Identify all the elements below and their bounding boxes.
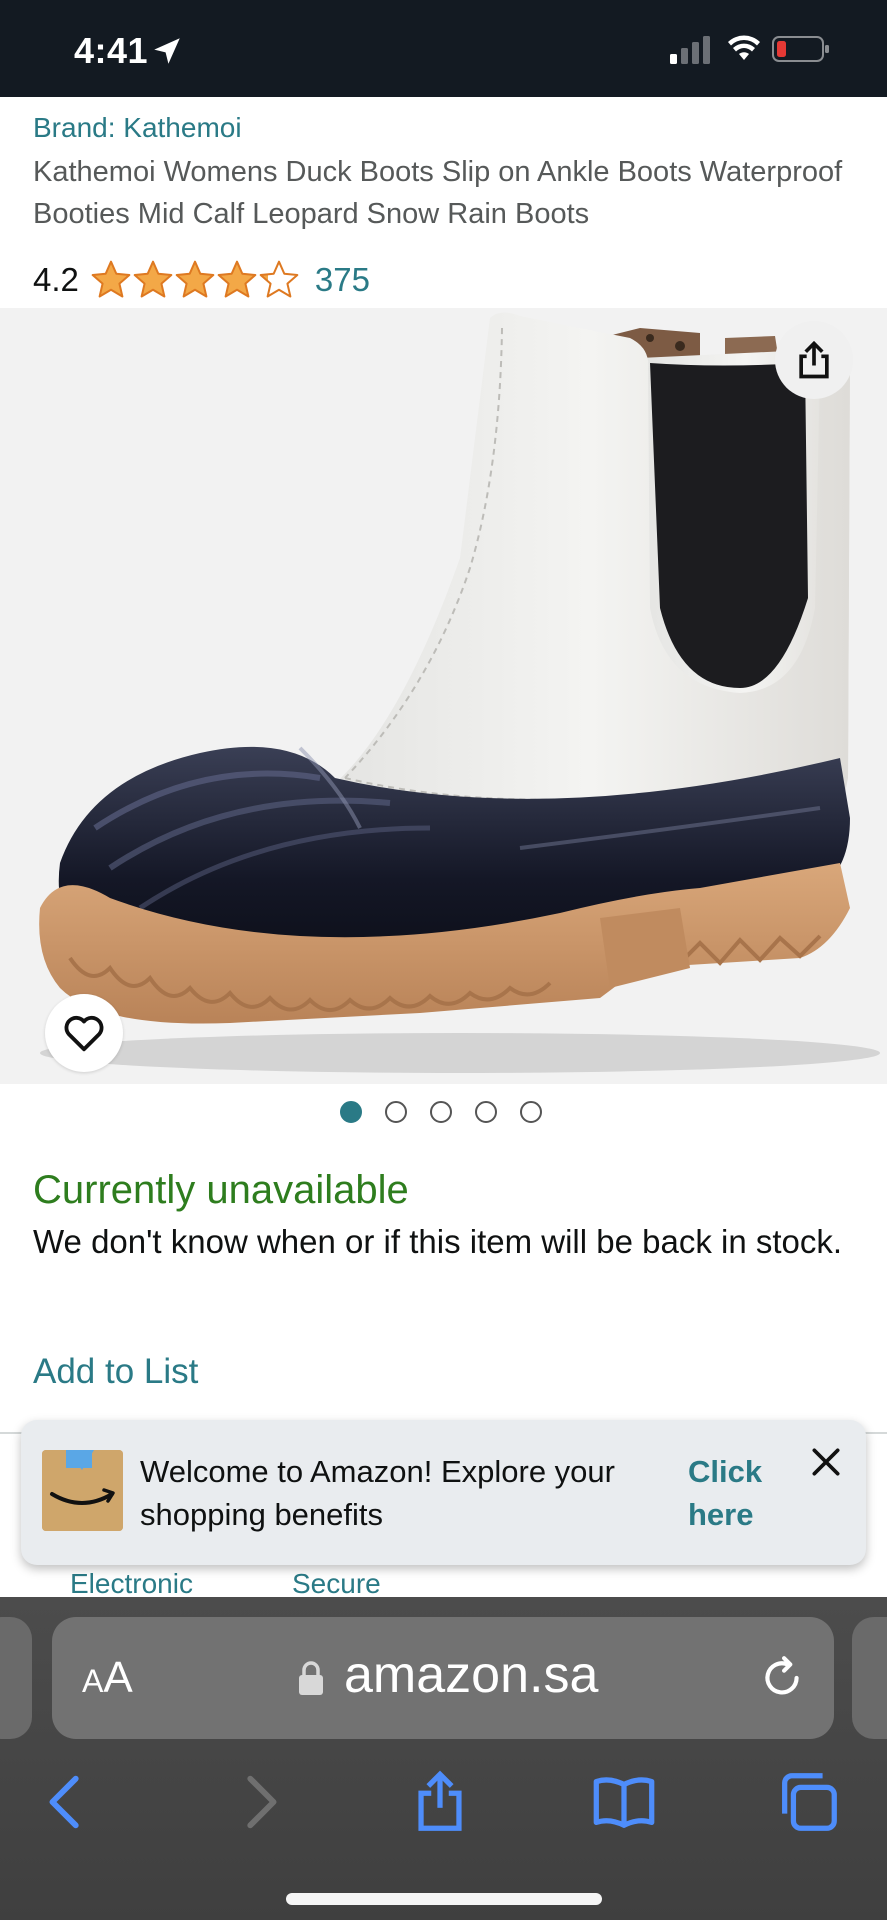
reload-icon[interactable] — [757, 1653, 807, 1703]
carousel-dot[interactable] — [430, 1101, 452, 1123]
browser-nav-row — [0, 1757, 887, 1847]
rating-row[interactable]: 4.2 375 — [33, 255, 370, 305]
star-icon — [133, 260, 173, 298]
forward-icon[interactable] — [224, 1767, 294, 1837]
availability-status: Currently unavailable — [33, 1168, 409, 1212]
carousel-dot[interactable] — [340, 1101, 362, 1123]
product-image-carousel[interactable] — [0, 308, 887, 1084]
share-button[interactable] — [775, 321, 853, 399]
address-bar[interactable]: AA amazon.sa — [52, 1617, 834, 1739]
peek-secure-label: Secure — [292, 1568, 381, 1599]
tabs-icon[interactable] — [773, 1767, 843, 1837]
welcome-toast: Welcome to Amazon! Explore your shopping… — [21, 1420, 866, 1565]
url-text[interactable]: amazon.sa — [344, 1645, 598, 1705]
browser-toolbar: AA amazon.sa — [0, 1597, 887, 1920]
product-image — [39, 312, 880, 1073]
next-tab-peek[interactable] — [852, 1617, 887, 1739]
peek-electronic-label: Electronic — [70, 1568, 193, 1599]
battery-low-icon — [772, 36, 829, 62]
star-icon — [91, 260, 131, 298]
location-arrow-icon — [154, 38, 180, 64]
home-indicator[interactable] — [286, 1893, 602, 1905]
back-icon[interactable] — [32, 1767, 102, 1837]
cellular-signal-icon — [670, 36, 710, 64]
share-icon[interactable] — [405, 1767, 475, 1837]
rating-count-link[interactable]: 375 — [315, 261, 370, 299]
amazon-box-logo — [42, 1450, 123, 1531]
product-title: Kathemoi Womens Duck Boots Slip on Ankle… — [33, 156, 843, 230]
wifi-icon — [728, 35, 760, 60]
share-icon — [799, 340, 829, 379]
status-bar: 4:41 — [0, 0, 887, 97]
previous-tab-peek[interactable] — [0, 1617, 32, 1739]
brand-link[interactable]: Brand: Kathemoi — [33, 112, 242, 144]
toast-click-here-link[interactable]: Click here — [688, 1450, 798, 1536]
heart-icon — [64, 1015, 104, 1052]
carousel-dot[interactable] — [475, 1101, 497, 1123]
rating-stars — [89, 258, 299, 302]
lock-icon — [299, 1661, 323, 1695]
status-time: 4:41 — [74, 30, 149, 71]
availability-message: We don't know when or if this item will … — [33, 1223, 843, 1260]
close-icon[interactable] — [806, 1442, 846, 1482]
text-size-button[interactable]: AA — [82, 1653, 133, 1703]
star-icon — [259, 260, 299, 298]
carousel-dots — [340, 1101, 565, 1123]
rating-value: 4.2 — [33, 261, 79, 298]
add-to-wishlist-button[interactable] — [45, 994, 123, 1072]
bookmarks-icon[interactable] — [589, 1767, 659, 1837]
star-icon — [175, 260, 215, 298]
star-icon — [217, 260, 257, 298]
toast-message: Welcome to Amazon! Explore your shopping… — [140, 1454, 615, 1532]
carousel-dot[interactable] — [520, 1101, 542, 1123]
carousel-dot[interactable] — [385, 1101, 407, 1123]
add-to-list-link[interactable]: Add to List — [33, 1352, 198, 1392]
